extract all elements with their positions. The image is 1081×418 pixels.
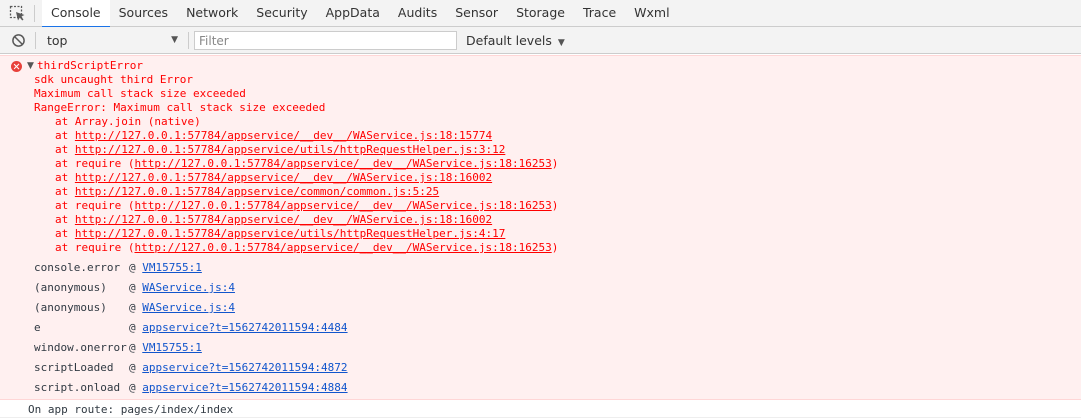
frame-link[interactable]: http://127.0.0.1:57784/appservice/__dev_… <box>75 213 492 226</box>
frame-text: at require ( <box>55 241 135 254</box>
call-stack-link[interactable]: appservice?t=1562742011594:4484 <box>142 321 347 334</box>
call-stack-at: @ <box>129 261 143 274</box>
tab-wxml[interactable]: Wxml <box>625 0 678 27</box>
frame-link[interactable]: http://127.0.0.1:57784/appservice/__dev_… <box>75 129 492 142</box>
stack-frame: at http://127.0.0.1:57784/appservice/com… <box>55 185 439 199</box>
call-stack-row: console.error @ VM15755:1 <box>34 261 202 275</box>
call-stack-at: @ <box>129 281 143 294</box>
call-stack-at: @ <box>129 361 143 374</box>
call-stack-function: e <box>34 321 41 334</box>
frame-text: at <box>55 171 75 184</box>
call-stack-function: (anonymous) <box>34 301 107 314</box>
call-stack-row: window.onerror @ VM15755:1 <box>34 341 202 355</box>
call-stack-row: (anonymous) @ WAService.js:4 <box>34 301 235 315</box>
call-stack-link[interactable]: WAService.js:4 <box>142 281 235 294</box>
frame-text: at require ( <box>55 199 135 212</box>
console-filter-bar: top ▼ Default levels ▼ <box>0 27 1081 54</box>
tab-network[interactable]: Network <box>177 0 247 27</box>
tab-console[interactable]: Console <box>42 0 110 28</box>
frame-text: ) <box>551 241 559 254</box>
call-stack-link[interactable]: WAService.js:4 <box>142 301 235 314</box>
call-stack-row: e @ appservice?t=1562742011594:4484 <box>34 321 348 335</box>
call-stack-function: script.onload <box>34 381 121 394</box>
inspect-element-icon[interactable] <box>9 5 26 22</box>
call-stack-row: (anonymous) @ WAService.js:4 <box>34 281 235 295</box>
frame-text: ) <box>551 157 559 170</box>
stack-frame: at http://127.0.0.1:57784/appservice/uti… <box>55 143 505 157</box>
call-stack-function: (anonymous) <box>34 281 107 294</box>
chevron-down-icon: ▼ <box>171 35 178 45</box>
filter-divider <box>188 32 189 49</box>
stack-frame: at http://127.0.0.1:57784/appservice/__d… <box>55 129 492 143</box>
frame-text: at require ( <box>55 157 135 170</box>
log-levels-value: Default levels <box>466 33 552 48</box>
context-select[interactable]: top ▼ <box>42 31 184 50</box>
frame-text: at <box>55 185 75 198</box>
frame-link[interactable]: http://127.0.0.1:57784/appservice/utils/… <box>75 227 505 240</box>
stack-frame: at http://127.0.0.1:57784/appservice/__d… <box>55 213 492 227</box>
stack-frame: at require (http://127.0.0.1:57784/appse… <box>55 199 558 213</box>
frame-text: at <box>55 213 75 226</box>
context-value: top <box>47 33 68 48</box>
tab-storage[interactable]: Storage <box>507 0 574 27</box>
tab-security[interactable]: Security <box>247 0 316 27</box>
error-text: sdk uncaught third Error <box>34 73 193 86</box>
tab-sources[interactable]: Sources <box>110 0 177 27</box>
call-stack-function: scriptLoaded <box>34 361 114 374</box>
error-text: RangeError: Maximum call stack size exce… <box>34 101 326 114</box>
log-levels-select[interactable]: Default levels ▼ <box>466 31 565 50</box>
call-stack-at: @ <box>129 341 143 354</box>
frame-text: at <box>55 129 75 142</box>
call-stack-link[interactable]: VM15755:1 <box>142 261 202 274</box>
devtools-tab-bar: Console Sources Network Security AppData… <box>0 0 1081 28</box>
console-output: ▼ thirdScriptError sdk uncaught third Er… <box>0 55 1081 418</box>
tab-divider <box>34 5 35 22</box>
call-stack-function: window.onerror <box>34 341 127 354</box>
call-stack-at: @ <box>129 321 143 334</box>
call-stack-function: console.error <box>34 261 121 274</box>
call-stack-row: scriptLoaded @ appservice?t=1562742011594… <box>34 361 348 375</box>
tab-audits[interactable]: Audits <box>389 0 446 27</box>
filter-divider <box>35 32 36 49</box>
stack-frame: at Array.join (native) <box>55 115 201 129</box>
error-icon <box>11 61 22 72</box>
error-message: ▼ thirdScriptError sdk uncaught third Er… <box>0 55 1081 400</box>
error-text: Maximum call stack size exceeded <box>34 87 246 100</box>
frame-text: at <box>55 143 75 156</box>
frame-text: at <box>55 227 75 240</box>
frame-text: ) <box>551 199 559 212</box>
call-stack-row: script.onload @ appservice?t=156274201159… <box>34 381 348 395</box>
chevron-down-icon: ▼ <box>557 38 565 48</box>
tab-appdata[interactable]: AppData <box>317 0 389 27</box>
call-stack-link[interactable]: VM15755:1 <box>142 341 202 354</box>
call-stack-at: @ <box>129 301 143 314</box>
expand-triangle-icon[interactable]: ▼ <box>27 61 34 71</box>
tab-sensor[interactable]: Sensor <box>446 0 507 27</box>
call-stack-link[interactable]: appservice?t=1562742011594:4872 <box>142 361 347 374</box>
frame-text: at Array.join (native) <box>55 115 201 128</box>
log-message: On app route: pages/index/index <box>0 402 1081 418</box>
call-stack-at: @ <box>129 381 143 394</box>
error-title[interactable]: thirdScriptError <box>37 59 143 73</box>
frame-link[interactable]: http://127.0.0.1:57784/appservice/utils/… <box>75 143 505 156</box>
frame-link[interactable]: http://127.0.0.1:57784/appservice/common… <box>75 185 439 198</box>
filter-input[interactable] <box>194 31 457 50</box>
tab-trace[interactable]: Trace <box>574 0 625 27</box>
stack-frame: at http://127.0.0.1:57784/appservice/__d… <box>55 171 492 185</box>
stack-frame: at http://127.0.0.1:57784/appservice/uti… <box>55 227 505 241</box>
call-stack-link[interactable]: appservice?t=1562742011594:4884 <box>142 381 347 394</box>
frame-link[interactable]: http://127.0.0.1:57784/appservice/__dev_… <box>134 241 551 254</box>
frame-link[interactable]: http://127.0.0.1:57784/appservice/__dev_… <box>134 157 551 170</box>
tab-list: Console Sources Network Security AppData… <box>42 0 679 28</box>
frame-link[interactable]: http://127.0.0.1:57784/appservice/__dev_… <box>134 199 551 212</box>
stack-frame: at require (http://127.0.0.1:57784/appse… <box>55 241 558 255</box>
frame-link[interactable]: http://127.0.0.1:57784/appservice/__dev_… <box>75 171 492 184</box>
clear-console-icon[interactable] <box>11 33 26 48</box>
stack-frame: at require (http://127.0.0.1:57784/appse… <box>55 157 558 171</box>
